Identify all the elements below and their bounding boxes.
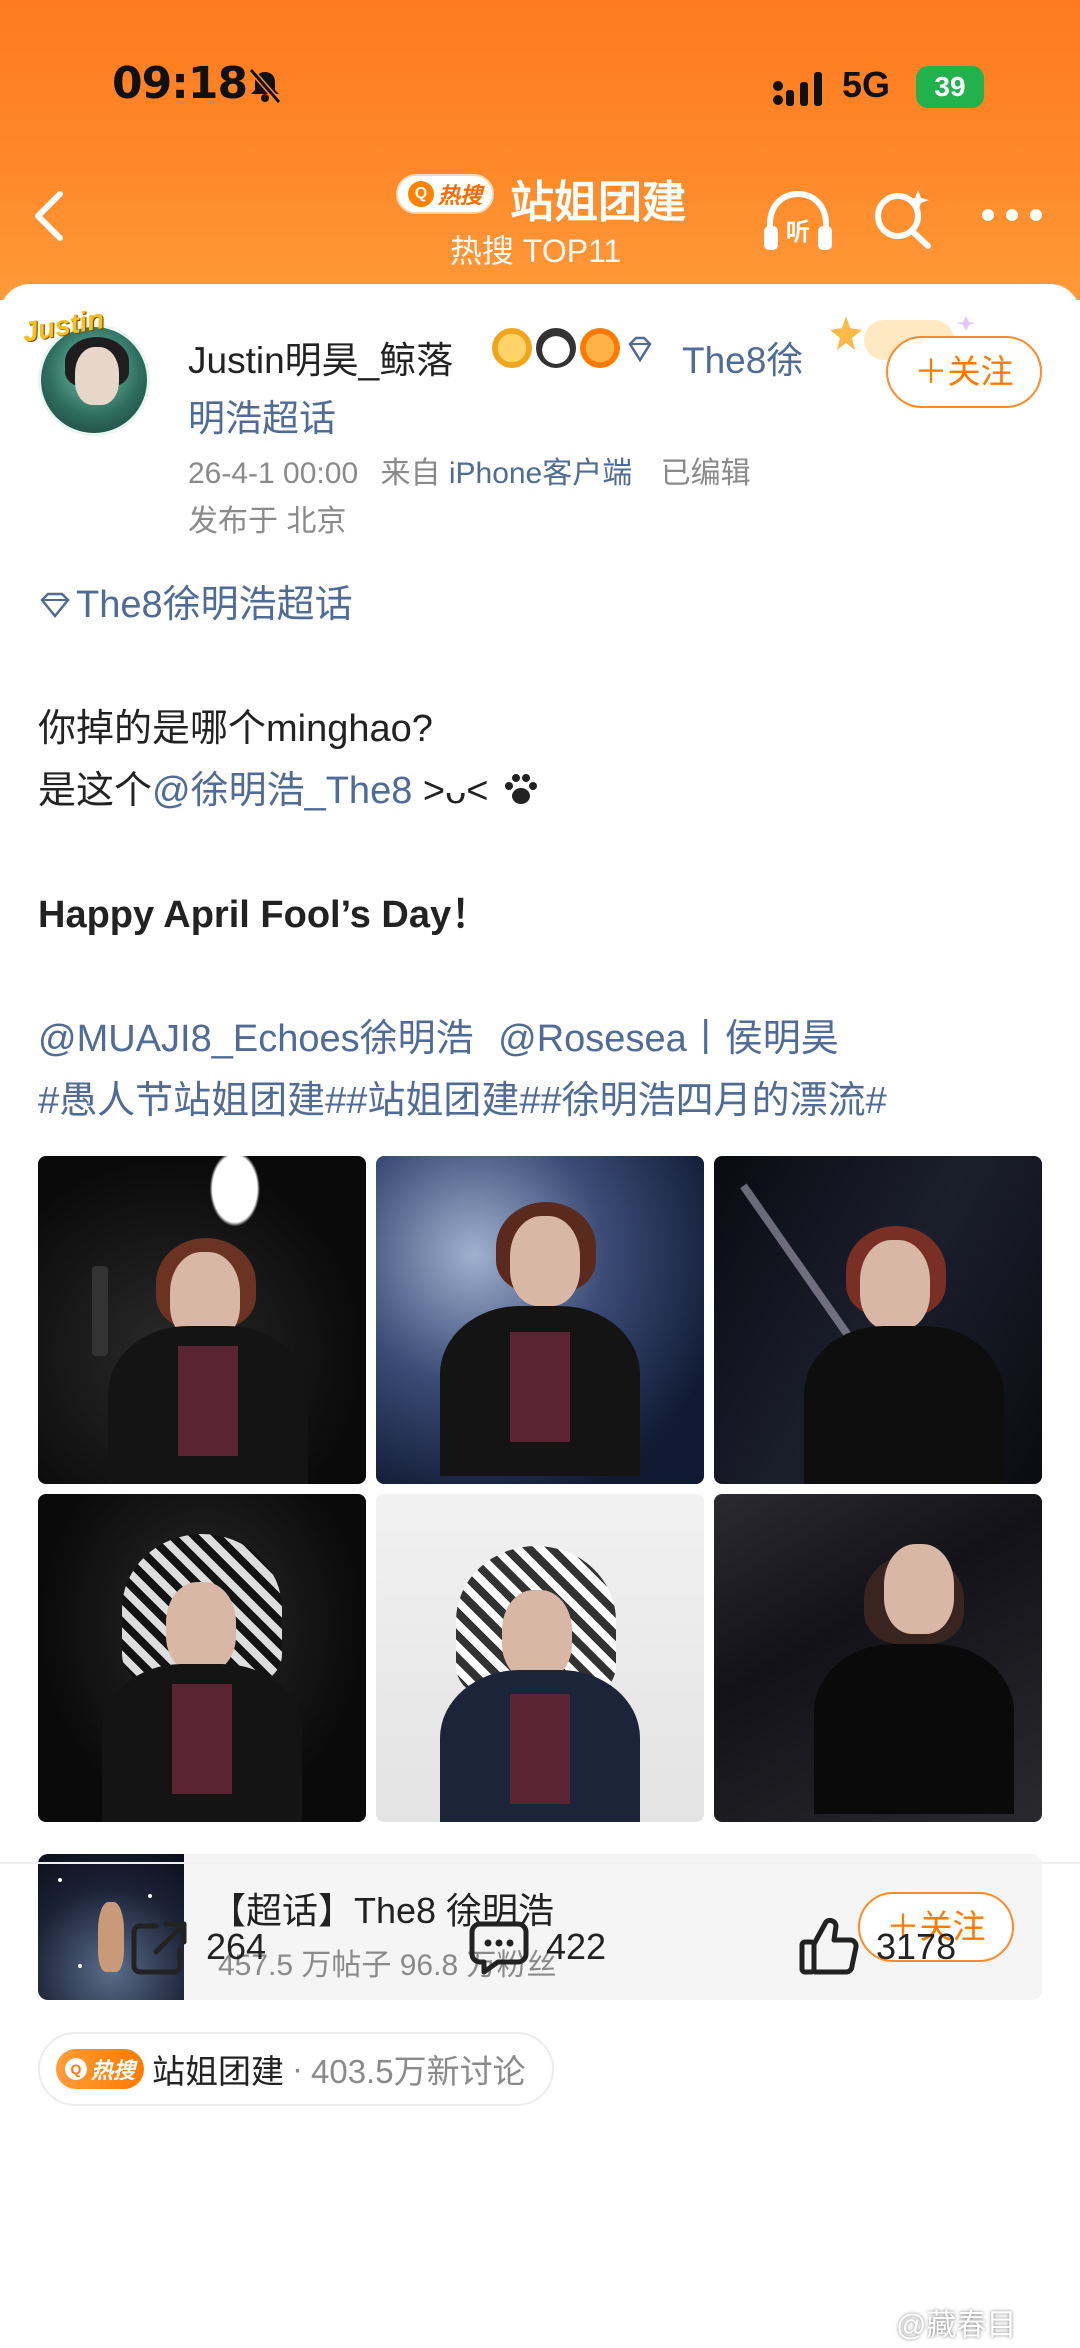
fish-badge-icon [580,328,620,368]
supertopic-link[interactable]: The8徐 [682,330,803,384]
emoticon-text: >ᴗ< [412,770,489,812]
supertopic-link-cont[interactable]: 明浩超话 [188,388,336,442]
figure-shirt [178,1346,238,1456]
post-timestamp: 26-4-1 00:00 [188,457,359,490]
post-card: Justin Justin明昊_鲸落 The8徐 明浩超话 ＋关注 26-4-1… [0,284,1080,2348]
photo-thumbnail[interactable] [376,1494,704,1822]
figure-face [860,1240,930,1330]
bell-muted-icon [248,68,282,104]
avatar-face [75,347,119,405]
page-title: 站姐团建 [510,178,686,227]
like-count: 3178 [876,1926,957,1967]
watermark: @藏春目 [896,2309,1017,2342]
mention-the8[interactable]: @徐明浩_The8 [152,770,412,812]
comment-icon [469,1921,529,1975]
mention-rosesea-suffix[interactable]: 丨侯明昊 [687,1018,839,1060]
text-line-1: 你掉的是哪个minghao? [38,708,433,750]
search-small-icon: Q [407,181,434,207]
status-time: 09:18 [112,58,248,109]
diamond-icon [40,592,70,618]
crown-badge-icon [492,328,532,368]
topic-tag-link[interactable]: The8徐明浩超话 [76,584,353,626]
header-bar: 09:18 5G 39 Q 热搜 站姐团建 热搜 TOP11 听 [0,0,1080,300]
topic-line: The8徐明浩超话 [38,574,1048,636]
photo-thumbnail[interactable] [376,1156,704,1484]
source-prefix: 来自 [380,457,441,490]
mention-rosesea[interactable]: @Rosesea [498,1018,687,1060]
figure-face [502,1590,572,1680]
svg-text:听: 听 [786,218,810,246]
post-location: 发布于 北京 [188,505,347,538]
back-arrow-icon[interactable] [28,188,72,244]
hot-search-badge: Q 热搜 [56,2049,144,2089]
discussion-count: 403.5万新讨论 [311,2053,526,2090]
mention-muaji8[interactable]: @MUAJI8_Echoes徐明浩 [38,1018,474,1060]
text-line-2: 是这个@徐明浩_The8 >ᴗ< [38,760,1048,822]
figure-face [884,1544,954,1634]
hot-search-tag: Q 热搜 [396,174,494,214]
photo-thumbnail[interactable] [714,1494,1042,1822]
figure-shirt [172,1684,232,1794]
photo-thumbnail[interactable] [38,1494,366,1822]
diamond-icon [628,336,652,363]
text-line-3: Happy April Fool’s Day！ [38,894,490,936]
photo-grid [38,1156,1042,1822]
separator-dot: · [292,2050,303,2087]
figure-body [804,1326,1004,1484]
comment-button[interactable]: 422 [466,1914,606,1980]
more-options-icon[interactable] [980,200,1044,230]
hot-badge-label: 热搜 [90,2058,135,2083]
signal-icon [773,72,822,106]
user-badges [492,328,656,368]
figure-face [510,1216,580,1306]
hot-search-label: 热搜 [437,183,482,208]
username[interactable]: Justin明昊_鲸落 [188,330,453,384]
search-ai-icon[interactable] [870,186,936,252]
photo-thumbnail[interactable] [38,1156,366,1484]
action-bar: 264 422 3178 [0,1864,1080,2044]
figure-face [166,1582,236,1672]
source-device[interactable]: iPhone客户端 [449,457,632,490]
panda-badge-icon [536,328,576,368]
microphone [92,1266,108,1356]
hot-topic-name: 站姐团建 [152,2053,284,2090]
search-small-icon: Q [64,2058,87,2080]
thumbs-up-icon [799,1917,859,1975]
network-type: 5G [842,64,891,105]
page-subtitle: 热搜 TOP11 [450,233,622,269]
photo-thumbnail[interactable] [714,1156,1042,1484]
headphones-listen-icon[interactable]: 听 [760,186,836,256]
follow-user-button[interactable]: ＋关注 [886,336,1042,408]
figure-shirt [510,1332,570,1442]
mentions-line: @MUAJI8_Echoes徐明浩 @Rosesea丨侯明昊 [38,1008,1048,1070]
comment-count: 422 [546,1926,607,1967]
repost-count: 264 [206,1926,267,1967]
figure-shirt [510,1694,570,1804]
post-text: The8徐明浩超话 你掉的是哪个minghao? 是这个@徐明浩_The8 >ᴗ… [38,574,1048,1132]
share-icon [131,1921,187,1975]
like-button[interactable]: 3178 [796,1914,956,1980]
post-meta: 26-4-1 00:00 来自 iPhone客户端 已编辑 [188,448,751,492]
text-prefix: 是这个 [38,770,153,812]
figure-body [814,1644,1014,1814]
hashtags-line[interactable]: #愚人节站姐团建##站姐团建##徐明浩四月的漂流# [38,1070,1048,1132]
repost-button[interactable]: 264 [126,1914,266,1980]
battery-indicator: 39 [916,66,984,108]
edited-label[interactable]: 已编辑 [661,457,751,490]
paw-icon [504,774,537,804]
